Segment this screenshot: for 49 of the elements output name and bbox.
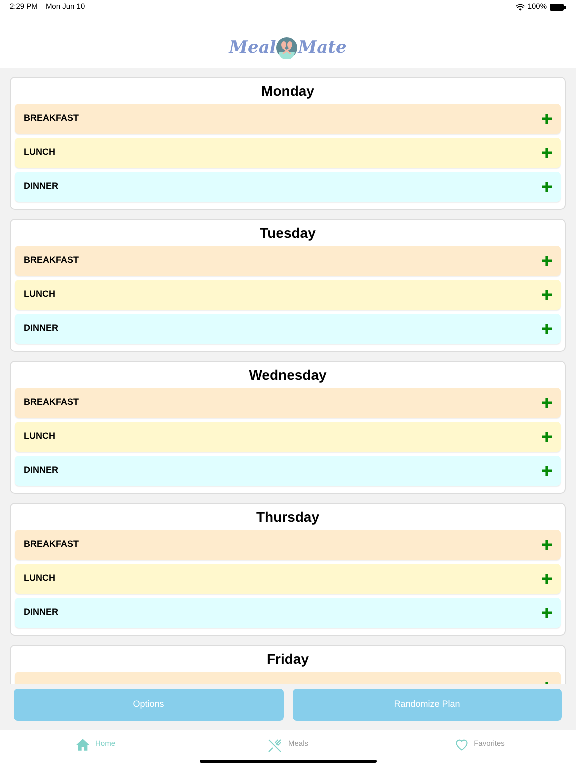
- meal-label: LUNCH: [24, 288, 56, 302]
- meal-row[interactable]: BREAKFAST: [15, 530, 561, 560]
- meal-label: BREAKFAST: [24, 538, 80, 552]
- meal-label: DINNER: [24, 464, 59, 478]
- plus-icon[interactable]: [542, 540, 552, 550]
- meal-row[interactable]: BREAKFAST: [15, 246, 561, 276]
- plus-icon[interactable]: [542, 290, 552, 300]
- plus-icon[interactable]: [542, 398, 552, 408]
- meal-label: BREAKFAST: [24, 112, 80, 126]
- day-title: Thursday: [255, 508, 320, 527]
- meal-row[interactable]: DINNER: [15, 456, 561, 486]
- meal-row[interactable]: LUNCH: [15, 564, 561, 594]
- meal-row[interactable]: BREAKFAST: [15, 104, 561, 134]
- meal-label: LUNCH: [24, 572, 56, 586]
- spoon-logo-icon: [276, 37, 298, 60]
- day-title: Tuesday: [259, 224, 317, 243]
- meal-label: DINNER: [24, 606, 59, 620]
- meal-row[interactable]: BREAKFAST: [15, 388, 561, 418]
- plus-icon[interactable]: [542, 608, 552, 618]
- meal-label: DINNER: [24, 180, 59, 194]
- day-title: Monday: [260, 82, 316, 101]
- plus-icon[interactable]: [542, 574, 552, 584]
- meal-label: BREAKFAST: [24, 396, 80, 410]
- logo-text: Mate: [298, 36, 347, 60]
- meal-row[interactable]: LUNCH: [15, 422, 561, 452]
- heart-icon: [455, 738, 470, 752]
- home-icon: [76, 738, 90, 752]
- fork-knife-icon: [267, 738, 284, 754]
- plus-icon[interactable]: [542, 114, 552, 124]
- meal-row[interactable]: LUNCH: [15, 280, 561, 310]
- meal-row[interactable]: DINNER: [15, 598, 561, 628]
- meal-label: BREAKFAST: [24, 254, 80, 268]
- meal-row[interactable]: LUNCH: [15, 138, 561, 168]
- plus-icon[interactable]: [542, 256, 552, 266]
- meal-label: DINNER: [24, 322, 59, 336]
- meal-row[interactable]: DINNER: [15, 314, 561, 344]
- meal-row[interactable]: DINNER: [15, 172, 561, 202]
- plus-icon[interactable]: [542, 148, 552, 158]
- meal-label: LUNCH: [24, 430, 56, 444]
- day-title: Wednesday: [248, 366, 328, 385]
- wifi-icon: [516, 4, 525, 10]
- day-title: Friday: [266, 650, 310, 669]
- plus-icon[interactable]: [542, 466, 552, 476]
- plus-icon[interactable]: [542, 324, 552, 334]
- battery-icon: [550, 4, 566, 10]
- meal-label: LUNCH: [24, 146, 56, 160]
- plus-icon[interactable]: [542, 182, 552, 192]
- logo-text: Meal: [229, 36, 276, 60]
- plus-icon[interactable]: [542, 432, 552, 442]
